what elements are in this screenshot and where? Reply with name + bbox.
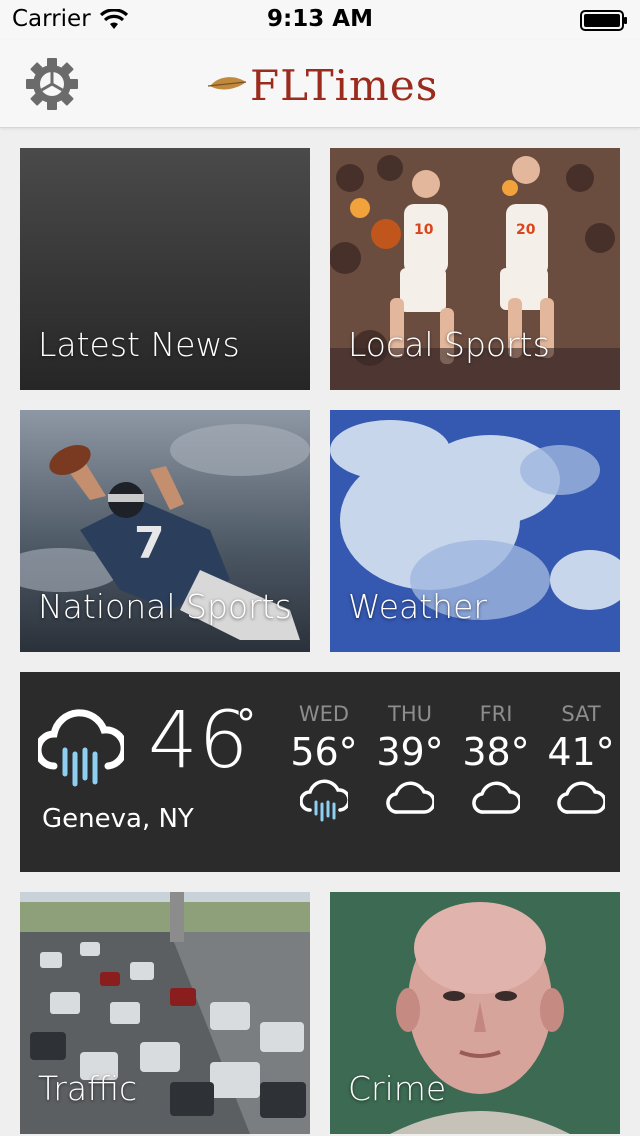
current-temperature: 46 (148, 696, 250, 786)
forecast-day-label: SAT (561, 702, 601, 726)
forecast-temp: 38° (462, 730, 530, 774)
status-bar: Carrier 9:13 AM (0, 0, 640, 40)
nav-bar: FLTimes (0, 40, 640, 128)
clock: 9:13 AM (267, 6, 373, 32)
tile-traffic[interactable]: Traffic (20, 892, 310, 1134)
degree-symbol: ° (236, 702, 256, 748)
tile-latest-news[interactable]: Latest News (20, 148, 310, 390)
svg-text:20: 20 (516, 222, 536, 238)
tile-local-sports[interactable]: 10 20 Local Sports (330, 148, 620, 390)
forecast-temp: 41° (547, 730, 615, 774)
tile-label: Latest News (38, 325, 240, 364)
tile-label: Weather (348, 587, 487, 626)
logo-text: FLTimes (250, 60, 439, 110)
tile-label: Traffic (38, 1069, 138, 1108)
feather-logo-icon (208, 77, 247, 90)
forecast-day-label: FRI (479, 702, 513, 726)
forecast-day: FRI 38° (456, 702, 536, 822)
battery-icon (580, 10, 627, 31)
cloud-icon (557, 781, 605, 814)
gear-icon[interactable] (24, 56, 80, 112)
svg-text:10: 10 (414, 222, 434, 238)
location-label: Geneva, NY (42, 804, 194, 834)
forecast-day-label: WED (298, 702, 350, 726)
tile-crime[interactable]: Crime (330, 892, 620, 1134)
svg-text:7: 7 (134, 518, 165, 569)
tile-label: Local Sports (348, 325, 550, 364)
cloud-icon (386, 781, 434, 814)
weather-widget[interactable]: 46 ° Geneva, NY WED 56° THU 39° FRI 38° … (20, 672, 620, 872)
forecast-day-label: THU (388, 702, 432, 726)
forecast-day: THU 39° (370, 702, 450, 822)
tile-weather[interactable]: Weather (330, 410, 620, 652)
forecast-day: WED 56° (284, 702, 364, 822)
forecast-temp: 56° (290, 730, 358, 774)
tile-national-sports[interactable]: 7 National Sports (20, 410, 310, 652)
rain-cloud-icon (300, 779, 348, 822)
tile-label: National Sports (38, 587, 292, 626)
forecast-day: SAT 41° (541, 702, 621, 822)
tile-label: Crime (348, 1069, 447, 1108)
cloud-icon (472, 781, 520, 814)
forecast-temp: 39° (376, 730, 444, 774)
app-logo: FLTimes (208, 60, 438, 110)
rain-cloud-icon (38, 709, 124, 787)
